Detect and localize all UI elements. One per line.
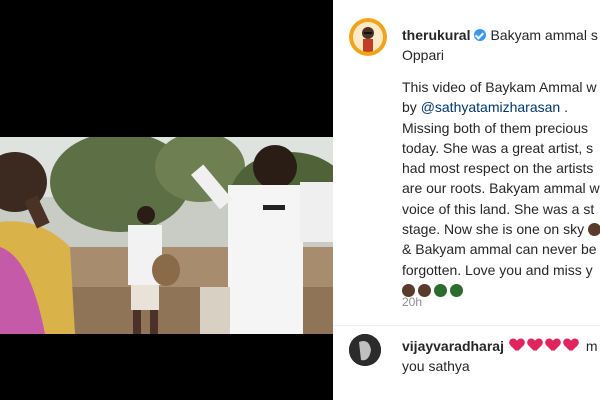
caption-line: are our roots. Bakyam ammal w [402, 180, 600, 197]
red-heart-icon [546, 339, 560, 353]
caption-line-with-mention: by @sathyatamizharasan . [402, 99, 568, 116]
post-media[interactable] [0, 0, 333, 400]
commenter-avatar[interactable] [349, 334, 381, 366]
caption-headline: Bakyam ammal s [490, 27, 598, 43]
heart-emoji-icon [588, 223, 600, 237]
author-username[interactable]: therukural [402, 27, 470, 43]
video-frame[interactable] [0, 137, 333, 334]
comment-item: vijayvaradharaj m you sathya [402, 336, 598, 376]
caption-body: This video of Baykam Ammal w by @sathyat… [402, 77, 600, 300]
post-timestamp[interactable]: 20h [402, 295, 422, 309]
video-still-image [0, 137, 333, 334]
sunglasses-emoji-icon [434, 283, 447, 297]
caption-line: & Bakyam ammal can never be [402, 241, 597, 258]
mention-link[interactable]: @sathyatamizharasan [421, 99, 561, 115]
verified-badge-icon [474, 29, 487, 41]
caption-line: forgotten. Love you and miss y [402, 261, 593, 278]
caption-header: therukural Bakyam ammal s [402, 25, 600, 45]
sunglasses-emoji-icon [450, 283, 463, 297]
caption-line: voice of this land. She was a st [402, 200, 595, 217]
post-details-panel: therukural Bakyam ammal s Oppari This vid… [333, 0, 600, 400]
comment-text: m [585, 338, 598, 354]
author-avatar[interactable] [349, 18, 387, 56]
caption-line: Missing both of them precious [402, 119, 588, 136]
caption-emoji-row [402, 280, 600, 300]
caption-headline-continued: Oppari [402, 47, 445, 63]
divider [333, 325, 600, 326]
red-heart-icon [564, 339, 578, 353]
caption-line: today. She was a great artist, s [402, 139, 594, 156]
caption-line: stage. Now she is one on sky [402, 219, 600, 239]
caption-line: This video of Baykam Ammal w [402, 79, 597, 95]
red-heart-icon [510, 339, 524, 353]
red-heart-icon [528, 339, 542, 353]
commenter-username[interactable]: vijayvaradharaj [402, 338, 504, 354]
comment-text-line: you sathya [402, 358, 470, 374]
caption-line: had most respect on the artists [402, 160, 594, 177]
